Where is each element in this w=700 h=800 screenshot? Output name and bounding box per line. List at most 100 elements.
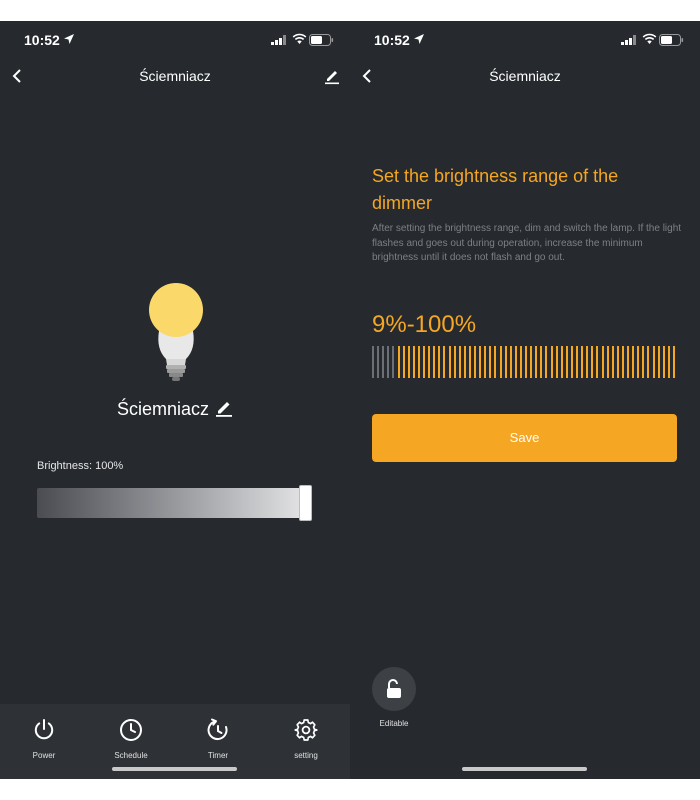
wifi-icon [642, 33, 657, 44]
range-tick [453, 346, 456, 378]
tab-setting[interactable]: setting [266, 704, 346, 779]
range-tick [627, 346, 629, 378]
range-tick [509, 346, 512, 378]
range-tick [504, 346, 507, 378]
range-tick [586, 346, 589, 378]
range-tick [387, 346, 390, 378]
range-heading: Set the brightness range of the dimmer [372, 166, 619, 213]
status-bar: 10:52 [350, 21, 700, 61]
cellular-signal-icon [621, 35, 636, 45]
range-tick [402, 346, 405, 378]
power-icon [34, 719, 54, 740]
range-tick [560, 346, 563, 378]
status-time: 10:52 [24, 32, 60, 48]
range-tick [611, 346, 614, 378]
range-tick [382, 346, 385, 378]
clock-icon [120, 719, 142, 741]
range-tick [662, 346, 665, 378]
tab-power[interactable]: Power [4, 704, 84, 779]
range-tick [412, 346, 415, 378]
range-tick [433, 346, 436, 378]
range-tick [392, 346, 395, 378]
range-tick [372, 346, 374, 378]
tab-power-label: Power [32, 751, 56, 760]
range-tick [621, 346, 624, 378]
brightness-slider-thumb[interactable] [299, 485, 312, 521]
tab-setting-label: setting [294, 751, 318, 760]
range-tick [428, 346, 431, 378]
range-tick [474, 346, 476, 378]
range-tick [652, 346, 655, 378]
brightness-range-slider[interactable] [372, 346, 676, 378]
range-tick [565, 346, 568, 378]
page-title: Ściemniacz [139, 68, 211, 84]
range-tick [530, 346, 533, 378]
range-tick [550, 346, 553, 378]
range-tick [458, 346, 461, 378]
range-tick [463, 346, 466, 378]
range-tick [576, 346, 578, 378]
range-tick [514, 346, 517, 378]
range-description: After setting the brightness range, dim … [372, 223, 682, 263]
light-bulb-icon [149, 283, 203, 381]
range-tick [489, 346, 492, 378]
range-tick [407, 346, 410, 378]
brightness-range-screen: 10:52 Ściemniacz Set the brightness rang… [350, 21, 700, 779]
range-tick [570, 346, 573, 378]
tab-schedule-label: Schedule [114, 751, 148, 760]
location-arrow-icon [414, 34, 424, 44]
range-tick [423, 346, 425, 378]
range-tick [616, 346, 619, 378]
range-tick [535, 346, 538, 378]
range-tick [637, 346, 640, 378]
cellular-signal-icon [271, 35, 286, 45]
range-tick [438, 346, 441, 378]
unlock-icon [387, 679, 401, 698]
range-tick [647, 346, 650, 378]
range-tick [479, 346, 482, 378]
range-tick [657, 346, 660, 378]
range-tick [667, 346, 670, 378]
range-tick [468, 346, 471, 378]
range-tick [642, 346, 645, 378]
device-control-screen: 10:52 Ściemniacz Ściemniacz Brightness: … [0, 21, 350, 779]
range-tick [555, 346, 558, 378]
range-tick [540, 346, 543, 378]
location-arrow-icon [64, 34, 74, 44]
range-tick [519, 346, 522, 378]
status-bar: 10:52 [0, 21, 350, 61]
wifi-icon [292, 33, 307, 44]
range-tick [581, 346, 584, 378]
brightness-slider[interactable] [37, 485, 312, 521]
save-button[interactable]: Save [372, 414, 677, 462]
range-tick [672, 346, 675, 378]
battery-icon [659, 34, 684, 46]
status-time: 10:52 [374, 32, 410, 48]
navigation-bar: Ściemniacz [350, 61, 700, 91]
lock-label: Editable [379, 719, 409, 728]
gear-icon [294, 719, 318, 741]
page-title: Ściemniacz [489, 68, 561, 84]
home-indicator [112, 767, 237, 771]
range-tick [494, 346, 497, 378]
range-tick [632, 346, 635, 378]
range-tick [417, 346, 420, 378]
device-name-row: Ściemniacz [0, 399, 350, 420]
home-indicator [462, 767, 587, 771]
range-value: 9%-100% [372, 311, 477, 338]
range-tick [591, 346, 594, 378]
range-tick [525, 346, 527, 378]
range-tick [484, 346, 487, 378]
range-tick [606, 346, 609, 378]
tab-timer-label: Timer [207, 751, 229, 760]
edit-pencil-icon[interactable] [324, 67, 340, 85]
range-tick [596, 346, 599, 378]
lock-toggle-button[interactable] [372, 667, 416, 711]
navigation-bar: Ściemniacz [0, 61, 350, 91]
range-tick [601, 346, 604, 378]
range-tick [377, 346, 380, 378]
timer-icon [207, 718, 228, 741]
brightness-label: Brightness: 100% [37, 460, 124, 472]
rename-pencil-icon[interactable] [215, 399, 233, 417]
range-tick [448, 346, 451, 378]
